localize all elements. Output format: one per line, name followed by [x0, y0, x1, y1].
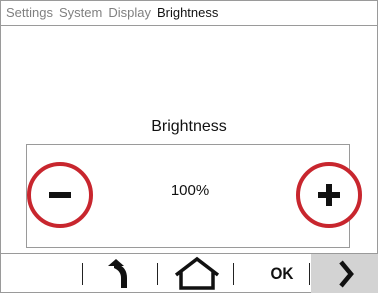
ok-button[interactable]: OK	[264, 254, 300, 293]
breadcrumb-current: Brightness	[156, 5, 219, 20]
page-title: Brightness	[151, 118, 227, 135]
nav-divider	[157, 263, 158, 285]
plus-icon	[318, 184, 340, 206]
home-icon	[174, 256, 220, 290]
breadcrumb: Settings System Display Brightness	[0, 0, 378, 26]
bottom-nav-bar: OK	[0, 253, 378, 293]
next-button[interactable]	[311, 254, 378, 293]
nav-divider	[309, 263, 310, 285]
chevron-right-icon	[339, 260, 354, 288]
back-arrow-icon	[108, 259, 127, 288]
breadcrumb-system[interactable]: System	[59, 5, 102, 20]
decrease-brightness-button[interactable]	[27, 162, 93, 228]
brightness-value: 100%	[170, 182, 210, 199]
increase-brightness-button[interactable]	[296, 162, 362, 228]
nav-divider	[233, 263, 234, 285]
home-button[interactable]	[170, 254, 224, 293]
breadcrumb-settings[interactable]: Settings	[6, 5, 53, 20]
back-button[interactable]	[94, 254, 146, 293]
breadcrumb-display[interactable]: Display	[108, 5, 151, 20]
nav-divider	[82, 263, 83, 285]
minus-icon	[49, 192, 71, 198]
